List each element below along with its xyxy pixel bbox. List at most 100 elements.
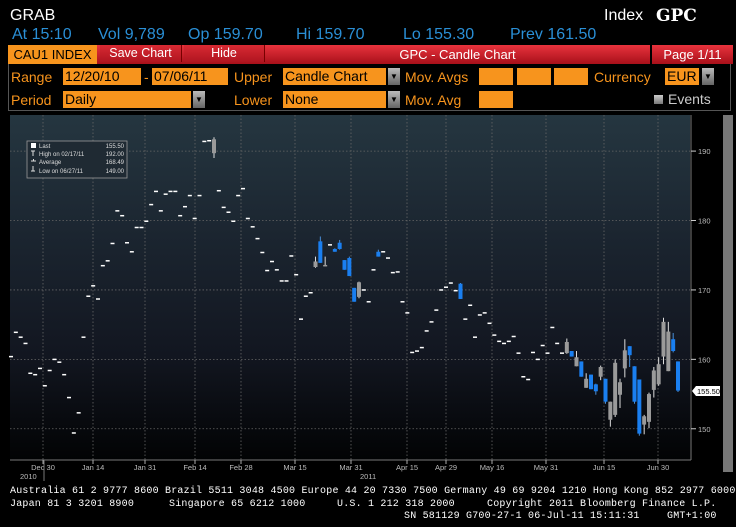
candle — [448, 282, 453, 284]
candle — [535, 358, 540, 361]
candle — [134, 226, 139, 229]
candle — [187, 194, 192, 197]
candle — [521, 376, 526, 378]
candle — [57, 361, 62, 363]
y-tick-label: 190 — [698, 147, 711, 156]
candle-dash — [415, 350, 419, 352]
x-tick-label: Mar 31 — [339, 463, 362, 472]
candle — [163, 193, 168, 195]
candle — [410, 351, 415, 354]
candle-dash — [192, 217, 197, 220]
candle-dash — [555, 342, 560, 345]
candle — [13, 331, 18, 334]
candle — [197, 194, 202, 197]
legend-value: 192.00 — [106, 152, 125, 158]
candle-dash — [57, 361, 62, 363]
candle — [477, 314, 482, 316]
candle-body — [574, 357, 579, 367]
legend-label: Average — [39, 160, 62, 166]
candle-dash — [487, 322, 492, 325]
candle — [28, 372, 33, 375]
candle-dash — [67, 396, 71, 399]
candle-body — [627, 346, 632, 356]
candle — [120, 214, 125, 217]
candle-dash — [226, 211, 231, 213]
candle-dash — [279, 280, 284, 282]
legend-label: Low on 06/27/11 — [39, 169, 84, 175]
candle — [270, 260, 274, 263]
candle — [250, 226, 255, 228]
candle-body — [613, 362, 618, 415]
candle — [482, 312, 487, 314]
candle-dash — [502, 342, 506, 345]
candle — [502, 342, 506, 345]
candle — [569, 351, 574, 357]
candle — [158, 210, 163, 212]
candle — [168, 190, 173, 193]
candle-body — [589, 374, 593, 390]
candle — [516, 352, 521, 354]
candle — [149, 203, 154, 206]
candle — [115, 210, 120, 212]
year-label: 2010 — [20, 472, 37, 481]
candle — [125, 242, 129, 244]
candle-dash — [328, 244, 332, 246]
candle-dash — [545, 352, 550, 354]
candle-dash — [361, 289, 366, 291]
candle — [42, 385, 47, 387]
legend-value: 149.00 — [106, 169, 125, 175]
candle-dash — [100, 264, 105, 267]
candle-chart[interactable]: 150 160 170 180 190 Dec 30 Jan 14 Jan 31 Feb 14… — [0, 0, 736, 527]
candle-body — [584, 378, 589, 388]
candle — [497, 340, 502, 343]
candle — [511, 335, 516, 338]
candle — [492, 334, 497, 336]
candle-dash — [38, 367, 42, 370]
candle-dash — [482, 312, 487, 314]
candle-dash — [13, 331, 18, 334]
candle — [342, 260, 347, 270]
x-tick-label: Mar 15 — [283, 463, 306, 472]
candle-dash — [303, 295, 308, 297]
candle — [178, 214, 183, 217]
candle-dash — [91, 285, 96, 287]
candle — [23, 342, 28, 345]
candle-body — [352, 287, 357, 302]
candle — [274, 269, 279, 271]
candle-body — [376, 251, 381, 257]
candle — [381, 251, 386, 253]
candle — [76, 412, 81, 414]
candle — [81, 336, 86, 338]
candle — [9, 355, 13, 358]
candle-dash — [526, 378, 531, 381]
candle-dash — [390, 271, 395, 274]
candle-dash — [173, 190, 178, 193]
candle — [468, 304, 473, 307]
candle — [531, 351, 535, 354]
candle-body — [637, 379, 642, 434]
candle-dash — [255, 237, 260, 240]
candle-dash — [439, 289, 444, 291]
candle-body — [564, 341, 569, 354]
legend-label: Last — [39, 144, 51, 150]
candle-body — [661, 321, 666, 357]
candle-dash — [424, 330, 429, 332]
candle — [400, 301, 405, 303]
candle — [52, 358, 57, 361]
candle — [637, 379, 642, 436]
candle-dash — [187, 194, 192, 197]
candle-dash — [183, 205, 187, 208]
candle — [173, 190, 178, 193]
candle-dash — [221, 206, 226, 209]
candle — [71, 432, 76, 434]
scrollbar[interactable] — [723, 115, 733, 472]
candle — [361, 289, 366, 291]
candle-body — [342, 260, 347, 270]
candle — [405, 312, 410, 314]
candle-body — [347, 257, 352, 277]
candle-dash — [129, 251, 134, 253]
footer-singapore: Singapore 65 6212 1000 — [169, 499, 306, 510]
candle — [352, 287, 357, 302]
candle-body — [569, 351, 574, 357]
candle-dash — [149, 203, 154, 206]
